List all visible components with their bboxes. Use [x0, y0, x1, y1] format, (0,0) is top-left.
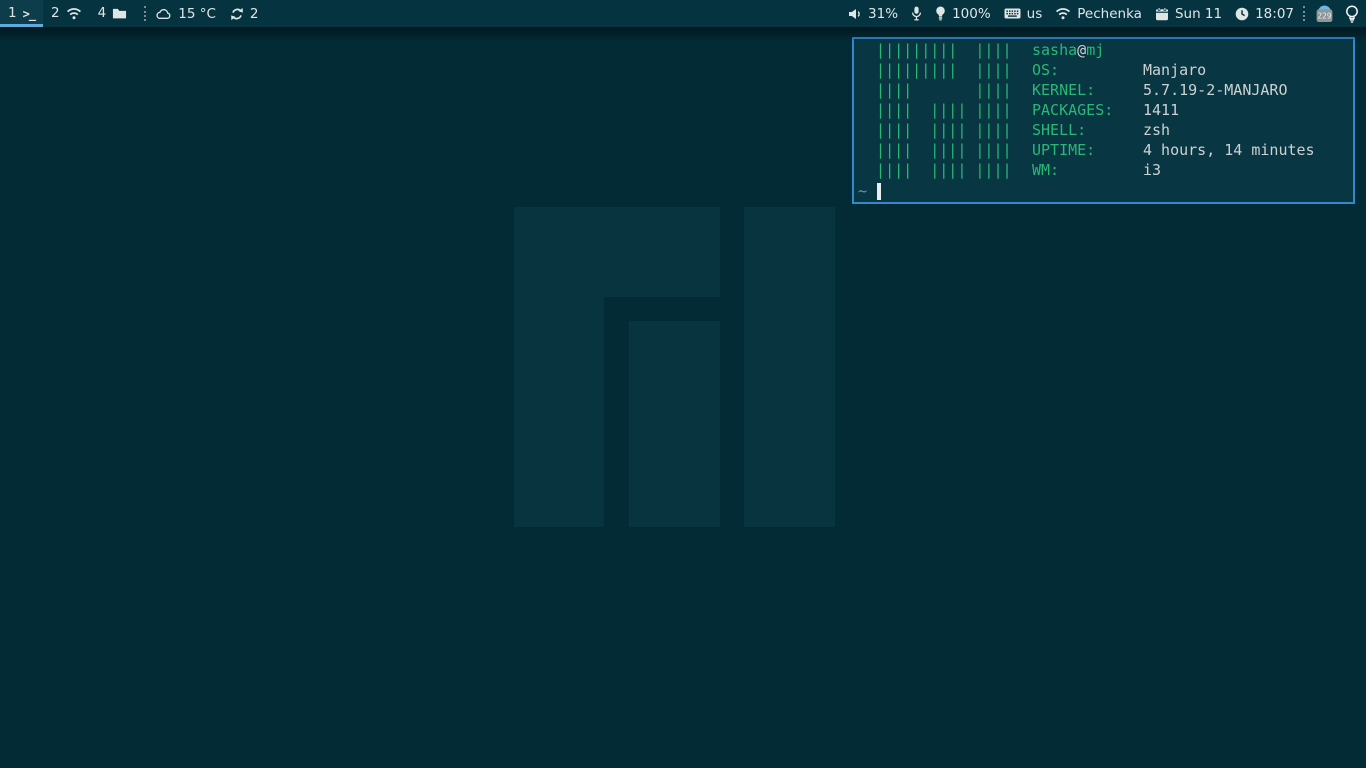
fetch-label: OS: [1032, 60, 1143, 80]
lightbulb-icon [935, 6, 946, 21]
workspace-1-label: 1 [8, 7, 17, 21]
fetch-row: |||| |||| |||| UPTIME: 4 hours, 14 minut… [858, 140, 1353, 160]
folder-icon [112, 7, 127, 20]
fetch-value: 5.7.19-2-MANJARO [1143, 80, 1288, 100]
speaker-icon [848, 8, 862, 20]
volume-widget[interactable]: 31% [848, 6, 898, 22]
fetch-value: Manjaro [1143, 60, 1206, 80]
date-widget[interactable]: Sun 11 [1155, 6, 1222, 22]
fetch-row: ||||||||| |||| sasha@mj [858, 40, 1353, 60]
microphone-icon [911, 6, 922, 21]
fetch-row: |||| |||| KERNEL: 5.7.19-2-MANJARO [858, 80, 1353, 100]
manjaro-logo-top-bar [604, 207, 720, 297]
ascii-logo-line: |||| |||| |||| [858, 100, 1032, 120]
fetch-user-host: sasha@mj [1032, 40, 1143, 60]
fetch-hostname: mj [1086, 41, 1104, 59]
terminal-prompt-icon: >_ [23, 7, 35, 21]
clock-widget[interactable]: 18:07 [1235, 6, 1294, 22]
fetch-row: |||| |||| |||| SHELL: zsh [858, 120, 1353, 140]
fetch-label: PACKAGES: [1032, 100, 1143, 120]
terminal-window[interactable]: ||||||||| |||| sasha@mj ||||||||| |||| O… [852, 37, 1355, 204]
workspace-1-button[interactable]: 1 >_ [0, 0, 43, 27]
keyboard-icon [1004, 8, 1021, 19]
ascii-logo-line: |||| |||| |||| [858, 140, 1032, 160]
desktop: 1 >_ 2 4 15 °C [0, 0, 1366, 768]
brightness-widget[interactable]: 100% [935, 6, 991, 22]
microphone-widget[interactable] [911, 6, 922, 21]
ascii-logo-line: |||| |||| [858, 80, 1032, 100]
shell-prompt: ~ [858, 180, 1353, 202]
fetch-value: 4 hours, 14 minutes [1143, 140, 1315, 160]
volume-level: 31% [868, 6, 898, 22]
workspace-4-button[interactable]: 4 [90, 0, 136, 27]
system-tray: 229 [1314, 5, 1359, 23]
fetch-value: i3 [1143, 160, 1161, 180]
fetch-username: sasha [1032, 41, 1077, 59]
updates-count: 2 [250, 6, 259, 22]
fetch-value: zsh [1143, 120, 1170, 140]
manjaro-logo-left-bar [514, 207, 604, 527]
wifi-icon [1055, 7, 1071, 20]
fetch-label: UPTIME: [1032, 140, 1143, 160]
ascii-logo-line: |||| |||| |||| [858, 160, 1032, 180]
updates-widget[interactable]: 2 [230, 0, 259, 27]
fetch-label: KERNEL: [1032, 80, 1143, 100]
fetch-label: SHELL: [1032, 120, 1143, 140]
keyboard-layout-widget[interactable]: us [1004, 6, 1043, 22]
clock-icon [1235, 7, 1249, 21]
fetch-row: ||||||||| |||| OS: Manjaro [858, 60, 1353, 80]
fetch-at-sign: @ [1077, 41, 1086, 59]
workspace-switcher: 1 >_ 2 4 [0, 0, 135, 27]
manjaro-logo-middle-bar [629, 321, 720, 527]
fetch-value: 1411 [1143, 100, 1179, 120]
weather-widget[interactable]: 15 °C [155, 0, 216, 27]
lamp-icon[interactable] [1345, 5, 1359, 23]
brightness-level: 100% [952, 6, 991, 22]
fetch-label: WM: [1032, 160, 1143, 180]
ascii-logo-line: ||||||||| |||| [858, 40, 1032, 60]
manjaro-logo-right-bar [744, 207, 835, 527]
workspace-2-label: 2 [51, 7, 60, 21]
messenger-tray-icon[interactable]: 229 [1314, 5, 1335, 23]
fetch-row: |||| |||| |||| PACKAGES: 1411 [858, 100, 1353, 120]
ascii-logo-line: ||||||||| |||| [858, 60, 1032, 80]
messenger-unread-count: 229 [1317, 11, 1332, 20]
prompt-path: ~ [858, 181, 867, 201]
bar-separator [144, 6, 146, 21]
fetch-row: |||| |||| |||| WM: i3 [858, 160, 1353, 180]
taskbar: 1 >_ 2 4 15 °C [0, 0, 1366, 27]
terminal-cursor [877, 183, 881, 200]
wifi-network-name: Pechenka [1077, 6, 1142, 22]
wifi-widget[interactable]: Pechenka [1055, 6, 1142, 22]
calendar-icon [1155, 7, 1169, 21]
keyboard-layout-value: us [1027, 6, 1043, 22]
ascii-logo-line: |||| |||| |||| [858, 120, 1032, 140]
workspace-4-label: 4 [98, 7, 107, 21]
status-area: 31% 100% us [848, 0, 1366, 27]
workspace-2-button[interactable]: 2 [43, 0, 90, 27]
time-value: 18:07 [1255, 6, 1294, 22]
weather-temperature: 15 °C [178, 6, 216, 22]
date-value: Sun 11 [1175, 6, 1222, 22]
refresh-icon [230, 7, 244, 21]
bar-separator [1303, 6, 1305, 21]
wifi-icon [66, 7, 82, 20]
cloud-icon [155, 8, 172, 20]
